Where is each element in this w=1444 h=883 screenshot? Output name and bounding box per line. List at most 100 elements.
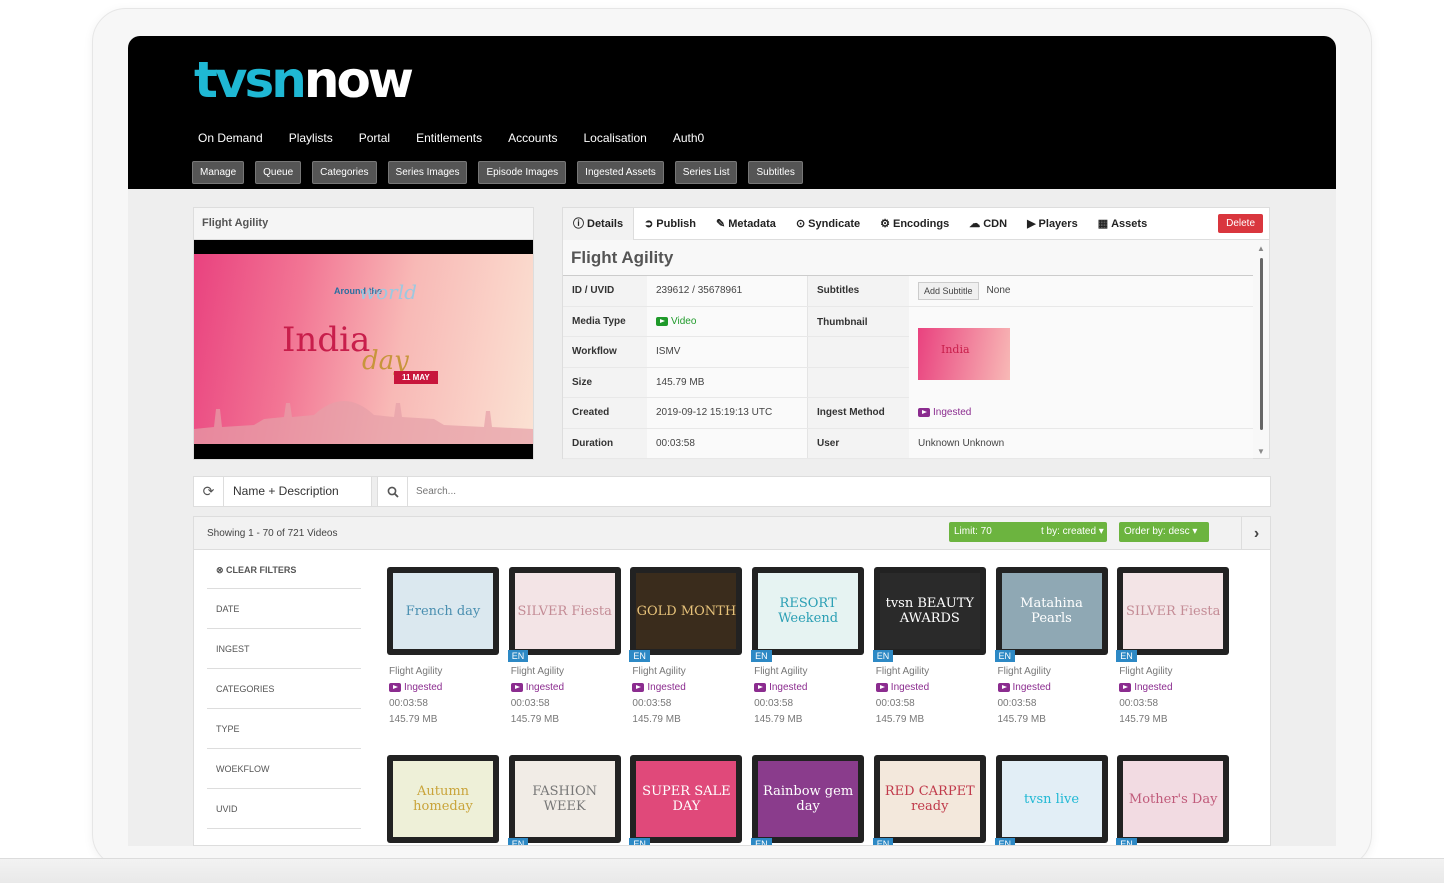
video-thumbnail[interactable]: Matahina Pearls EN — [994, 567, 1108, 662]
tab-assets[interactable]: ▦ Assets — [1088, 208, 1157, 240]
language-badge: EN — [751, 650, 772, 662]
details-grid: ID / UVID 239612 / 35678961 Subtitles Ad… — [563, 276, 1253, 459]
nav-auth0[interactable]: Auth0 — [673, 131, 704, 145]
video-card[interactable]: Matahina Pearls EN Flight Agility Ingested 0… — [994, 567, 1108, 728]
video-thumbnail[interactable]: tvsn live EN — [994, 755, 1108, 845]
search-icon[interactable] — [378, 477, 408, 506]
video-card[interactable]: Rainbow gem day EN — [751, 755, 865, 845]
filter-date[interactable]: DATE — [207, 589, 361, 629]
next-page-button[interactable]: › — [1241, 517, 1270, 550]
card-meta: Flight Agility Ingested 00:03:58 145.79 MB — [874, 664, 986, 728]
size-label: Size — [563, 367, 647, 397]
refresh-icon[interactable]: ⟳ — [194, 477, 224, 506]
nav-entitlements[interactable]: Entitlements — [416, 131, 482, 145]
card-meta: Flight Agility Ingested 00:03:58 145.79 MB — [752, 664, 864, 728]
video-card[interactable]: Mother's Day EN — [1116, 755, 1230, 845]
video-thumbnail[interactable]: Autumn homeday — [387, 755, 499, 843]
ingest-method-cell: Ingested — [909, 398, 1253, 428]
delete-button[interactable]: Delete — [1218, 214, 1263, 233]
filter-workflow[interactable]: WOEKFLOW — [207, 749, 361, 789]
video-thumbnail[interactable]: tvsn BEAUTY AWARDS EN — [872, 567, 986, 662]
video-card[interactable]: tvsn live EN — [994, 755, 1108, 845]
publish-icon: ➲ — [644, 217, 654, 230]
card-title: Flight Agility — [875, 666, 930, 677]
video-thumbnail[interactable]: FASHION WEEK EN — [507, 755, 621, 845]
video-thumbnail[interactable]: Mother's Day EN — [1116, 755, 1230, 845]
id-value: 239612 / 35678961 — [647, 276, 807, 306]
header: tvsnnow On Demand Playlists Portal Entit… — [128, 36, 1336, 189]
tab-publish[interactable]: ➲ Publish — [634, 208, 706, 240]
tab-cdn[interactable]: ☁ CDN — [959, 208, 1017, 240]
nav-playlists[interactable]: Playlists — [289, 131, 333, 145]
subnav-queue[interactable]: Queue — [255, 161, 302, 184]
subnav-series-images[interactable]: Series Images — [387, 161, 468, 184]
tab-encodings[interactable]: ⚙ Encodings — [870, 208, 959, 240]
add-subtitle-button[interactable]: Add Subtitle — [918, 281, 979, 300]
video-thumbnail[interactable]: RED CARPET ready EN — [872, 755, 986, 845]
video-thumbnail[interactable]: Rainbow gem day EN — [751, 755, 865, 845]
video-card[interactable]: RESORT Weekend EN Flight Agility Ingested 00… — [751, 567, 865, 728]
tab-metadata[interactable]: ✎ Metadata — [706, 208, 786, 240]
filter-ingest[interactable]: INGEST — [207, 629, 361, 669]
subnav-series-list[interactable]: Series List — [674, 161, 738, 184]
subnav-ingested-assets[interactable]: Ingested Assets — [577, 161, 664, 184]
thumbnail-art: Matahina Pearls — [1001, 573, 1102, 649]
tab-syndicate[interactable]: ⊙ Syndicate — [786, 208, 870, 240]
video-card[interactable]: tvsn BEAUTY AWARDS EN Flight Agility Ingest… — [872, 567, 986, 728]
subnav-episode-images[interactable]: Episode Images — [478, 161, 567, 184]
filter-type[interactable]: TYPE — [207, 709, 361, 749]
details-scrollbar[interactable]: ▲ ▼ — [1257, 244, 1265, 456]
nav-portal[interactable]: Portal — [359, 131, 390, 145]
video-thumbnail[interactable]: SILVER Fiesta EN — [1116, 567, 1230, 662]
clear-filters-button[interactable]: ⊗ CLEAR FILTERS — [207, 561, 361, 589]
video-card[interactable]: SILVER Fiesta EN Flight Agility Ingested 00:… — [507, 567, 621, 728]
results-header: Showing 1 - 70 of 721 Videos Limit: 70 t … — [194, 517, 1270, 550]
video-card[interactable]: SILVER Fiesta EN Flight Agility Ingested 00:… — [1116, 567, 1230, 728]
video-player[interactable]: Around the world India day 11 MAY — [194, 240, 533, 459]
video-thumbnail[interactable]: SILVER Fiesta EN — [507, 567, 621, 662]
filter-uvid[interactable]: UVID — [207, 789, 361, 829]
language-badge: EN — [751, 838, 772, 845]
video-thumbnail[interactable]: RESORT Weekend EN — [751, 567, 865, 662]
video-thumbnail[interactable]: French day — [387, 567, 499, 655]
thumbnail-art: RED CARPET ready — [879, 761, 980, 837]
youtube-icon — [918, 408, 930, 418]
scrollbar-thumb[interactable] — [1260, 258, 1263, 430]
subnav-manage[interactable]: Manage — [192, 161, 245, 184]
nav-localisation[interactable]: Localisation — [583, 131, 646, 145]
sort-dropdown[interactable]: t by: created ▾ — [1041, 522, 1104, 542]
card-duration: 00:03:58 — [754, 698, 794, 709]
youtube-icon — [632, 682, 645, 692]
thumbnail-art-text: tvsn BEAUTY AWARDS — [885, 596, 974, 626]
video-card[interactable]: French day Flight Agility Ingested 00:03:58… — [387, 567, 499, 728]
tab-details[interactable]: ⓘ Details — [563, 207, 635, 240]
subnav-subtitles[interactable]: Subtitles — [748, 161, 803, 184]
limit-dropdown[interactable]: Limit: 70 t by: created ▾ — [949, 522, 1107, 542]
video-card[interactable]: GOLD MONTH EN Flight Agility Ingested 00:03:… — [629, 567, 743, 728]
subnav-categories[interactable]: Categories — [312, 161, 377, 184]
thumbnail-image[interactable]: India — [918, 328, 1010, 380]
video-card[interactable]: Autumn homeday — [387, 755, 499, 843]
language-badge: EN — [994, 838, 1016, 845]
video-card[interactable]: RED CARPET ready EN — [872, 755, 986, 845]
video-thumbnail[interactable]: GOLD MONTH EN — [629, 567, 743, 662]
video-card[interactable]: SUPER SALE DAY EN — [629, 755, 743, 845]
order-dropdown[interactable]: Order by: desc ▾ — [1119, 522, 1209, 542]
scroll-down-icon[interactable]: ▼ — [1257, 447, 1265, 456]
filter-categories[interactable]: CATEGORIES — [207, 669, 361, 709]
frame-world-text: world — [359, 280, 417, 304]
scroll-up-icon[interactable]: ▲ — [1257, 244, 1265, 253]
filter-availability[interactable]: AVAILABILITY — [207, 829, 361, 845]
logo[interactable]: tvsnnow — [194, 52, 414, 108]
edit-icon: ✎ — [716, 217, 726, 230]
cloud-icon: ☁ — [969, 217, 981, 230]
nav-on-demand[interactable]: On Demand — [198, 131, 263, 145]
thumbnail-art: Autumn homeday — [393, 761, 493, 837]
search-field-select[interactable]: Name + Description — [224, 477, 372, 506]
nav-accounts[interactable]: Accounts — [508, 131, 557, 145]
tab-players[interactable]: ▶ Players — [1017, 208, 1088, 240]
search-input[interactable] — [408, 477, 1270, 506]
video-card[interactable]: FASHION WEEK EN — [507, 755, 621, 845]
video-thumbnail[interactable]: SUPER SALE DAY EN — [629, 755, 743, 845]
user-value: Unknown Unknown — [909, 428, 1253, 458]
